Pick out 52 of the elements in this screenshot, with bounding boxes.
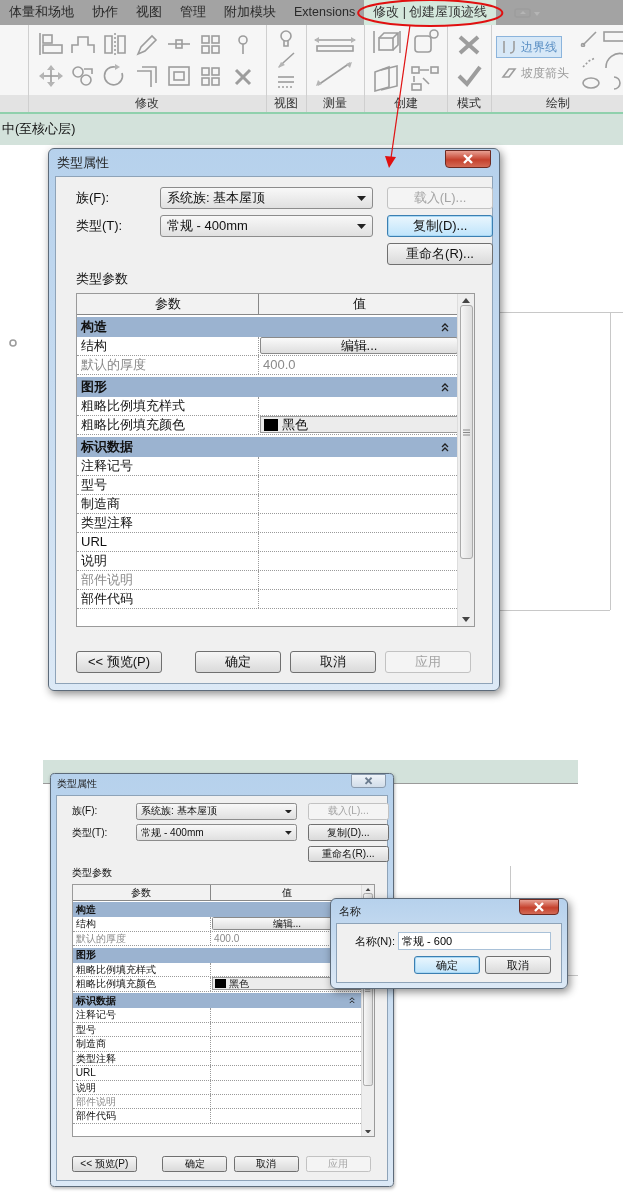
column-header: 值 [211, 884, 361, 901]
parameter-name: 默认的厚度 [77, 356, 259, 374]
parameter-name: 粗略比例填充样式 [72, 962, 212, 977]
section-title: 标识数据 [75, 993, 116, 1008]
parameter-name: 类型注释 [77, 514, 259, 532]
column-header: 参数 [72, 884, 212, 901]
parameter-name: 结构 [72, 917, 212, 931]
column-header: 值 [259, 294, 458, 315]
parameter-name: 注释记号 [77, 457, 259, 475]
ribbon-group-label: 修改 [28, 95, 266, 112]
parameter-name: 说明 [72, 1080, 212, 1095]
ribbon-group-label: 测量 [307, 95, 364, 112]
section-title: 图形 [81, 378, 107, 396]
parameter-name: 部件说明 [72, 1095, 212, 1109]
parameter-name: 型号 [77, 476, 259, 494]
parameter-name: 型号 [72, 1022, 212, 1037]
parameter-value: 400.0 [213, 931, 240, 946]
field-label: 类型(T): [76, 217, 124, 235]
parameter-name: URL [72, 1066, 212, 1080]
parameter-name: 粗略比例填充颜色 [72, 977, 212, 991]
ribbon-group-label: 模式 [447, 95, 491, 112]
parameter-name: 粗略比例填充颜色 [77, 416, 259, 434]
parameter-name: 默认的厚度 [72, 931, 212, 946]
parameter-name: 类型注释 [72, 1051, 212, 1066]
parameter-name: 结构 [77, 337, 259, 355]
window-title: 名称 [339, 903, 361, 919]
ribbon-group-label: 绘制 [492, 95, 623, 112]
parameter-name: 说明 [77, 552, 259, 570]
parameter-name: URL [77, 533, 259, 551]
field-label: 族(F): [76, 189, 111, 207]
field-label: 族(F): [71, 804, 99, 819]
parameter-value: 400.0 [262, 356, 296, 374]
field-label: 名称(N): [354, 933, 395, 949]
parameter-name: 制造商 [72, 1037, 212, 1051]
section-title: 标识数据 [81, 438, 133, 456]
window-title: 类型属性 [57, 777, 98, 792]
section-title: 构造 [81, 318, 107, 336]
ribbon-group-label: 视图 [266, 95, 307, 112]
section-title: 图形 [75, 948, 96, 963]
parameter-name: 注释记号 [72, 1008, 212, 1023]
section-title: 构造 [75, 902, 96, 917]
window-title: 类型属性 [57, 153, 109, 172]
options-bar-text: 中(至核心层) [1, 122, 76, 136]
parameter-name: 部件说明 [77, 571, 259, 589]
parameter-name: 制造商 [77, 495, 259, 513]
section-label: 类型参数 [76, 271, 129, 287]
parameter-name: 粗略比例填充样式 [77, 397, 259, 415]
section-label: 类型参数 [71, 866, 113, 880]
field-label: 类型(T): [71, 825, 109, 840]
parameter-name: 部件代码 [77, 590, 259, 608]
parameter-name: 部件代码 [72, 1109, 212, 1124]
column-header: 参数 [77, 294, 259, 315]
